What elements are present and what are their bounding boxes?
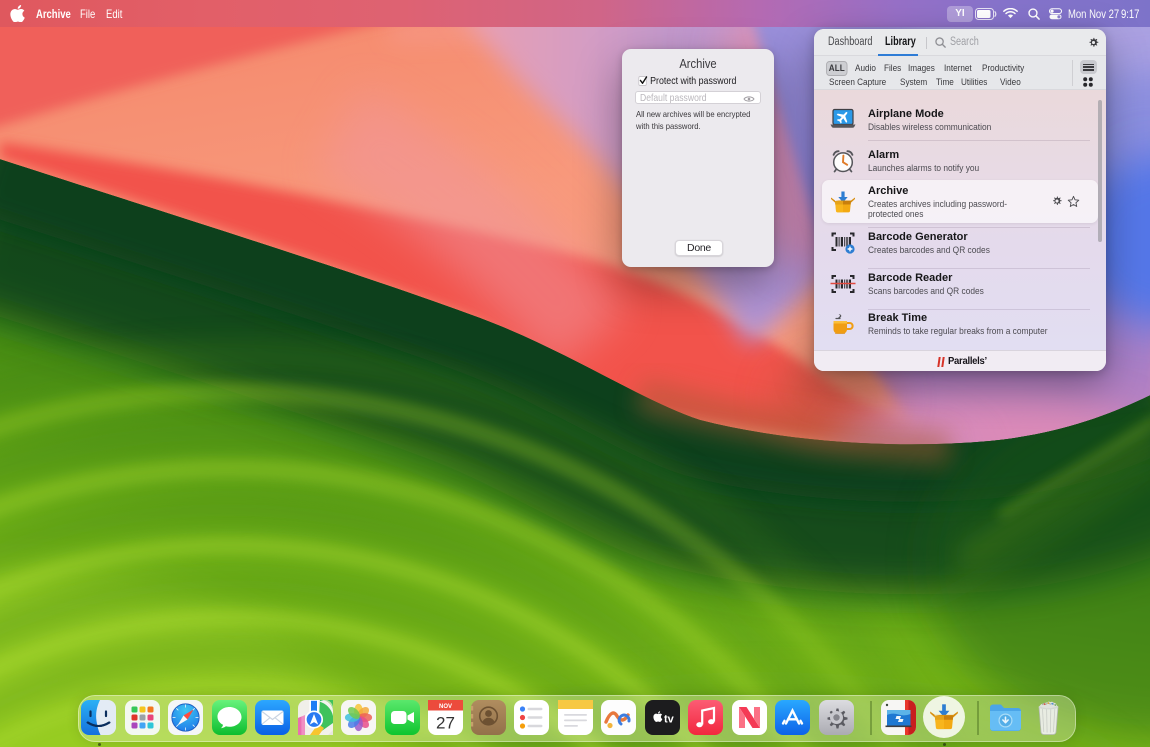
svg-text:tv: tv bbox=[664, 714, 675, 726]
svg-text:27: 27 bbox=[436, 714, 455, 733]
svg-text:NOV: NOV bbox=[439, 704, 452, 710]
